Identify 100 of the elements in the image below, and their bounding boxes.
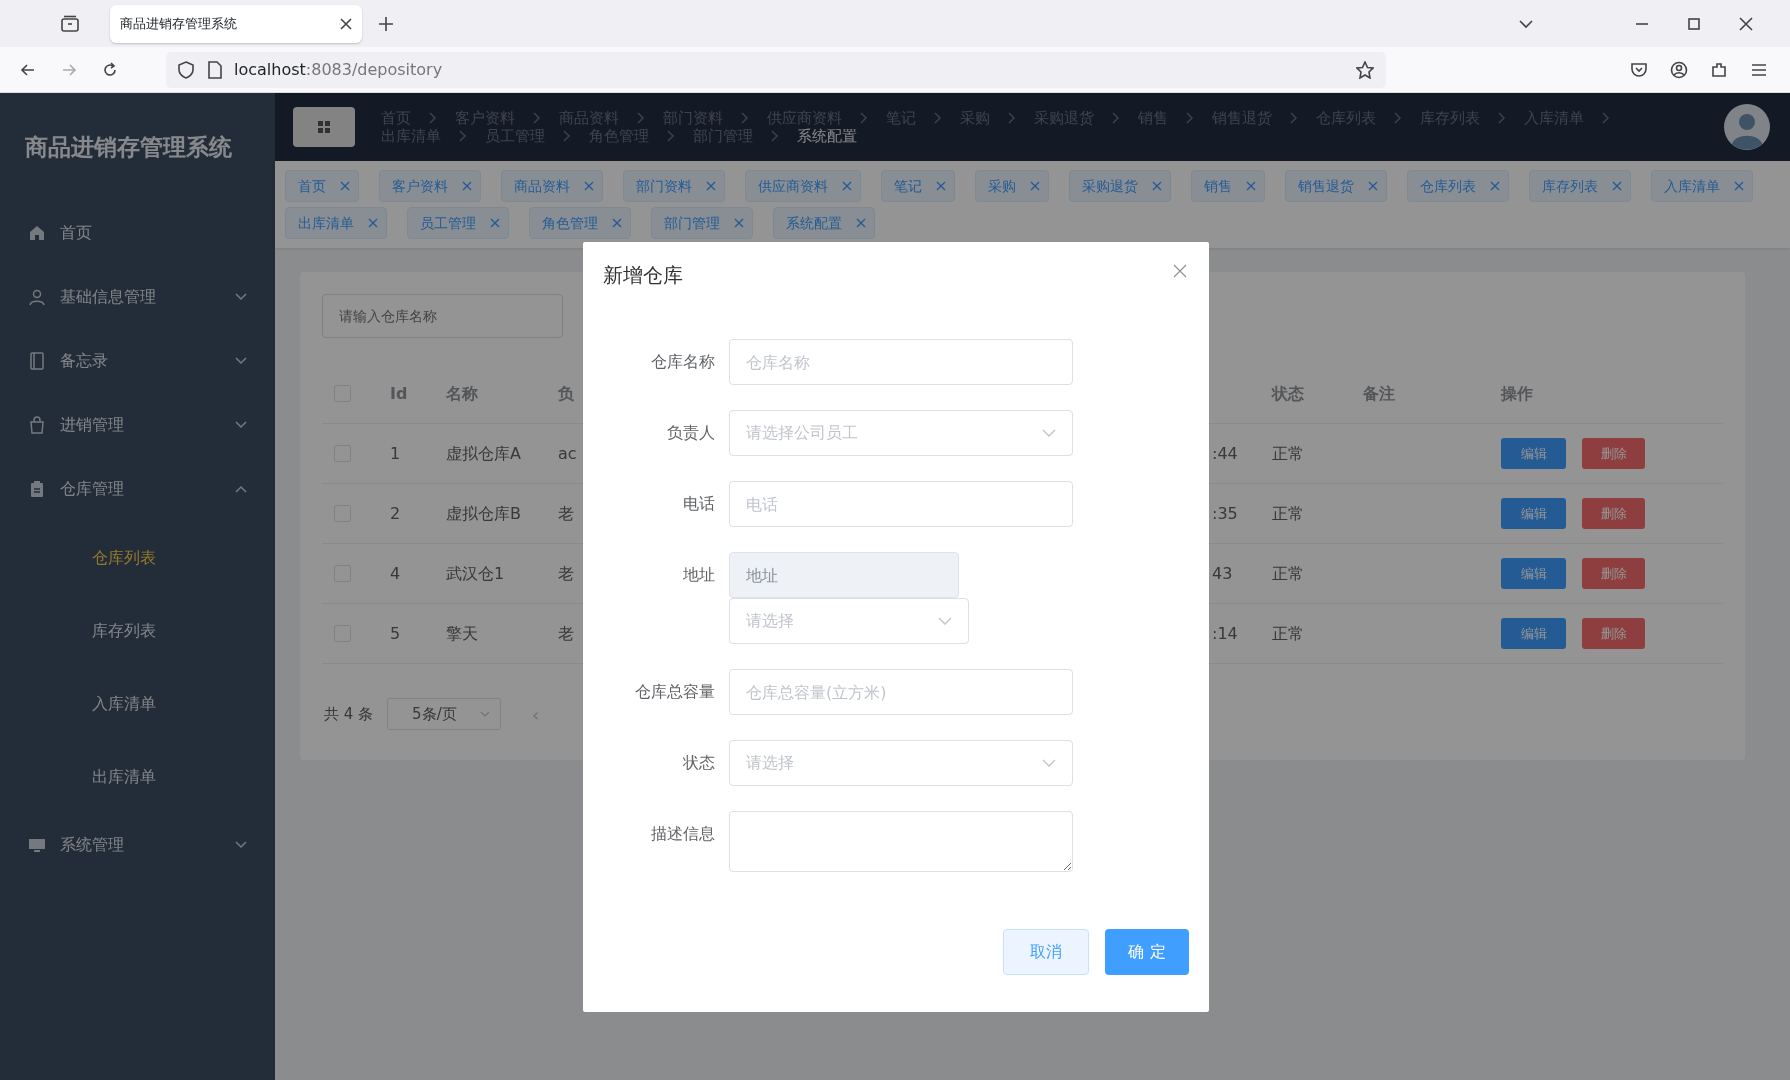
column-header: 操作 (1501, 364, 1723, 424)
table-cell: 武汉仓1 (446, 544, 558, 604)
browser-tab[interactable]: 商品进销存管理系统 (110, 4, 362, 43)
star-icon[interactable] (1356, 60, 1374, 79)
grid-icon (317, 120, 331, 134)
menu-item[interactable]: 备忘录 (0, 329, 275, 393)
tab-tag[interactable]: 部门资料 (623, 170, 725, 202)
tab-title: 商品进销存管理系统 (120, 14, 238, 33)
url-text: localhost:8083/depository (234, 58, 443, 81)
table-cell: 正常 (1272, 544, 1363, 604)
tab-tag[interactable]: 供应商资料 (745, 170, 861, 202)
chevron-right-icon (1186, 112, 1194, 124)
tab-tag[interactable]: 笔记 (881, 170, 955, 202)
monitor-icon (28, 836, 46, 854)
tab-tag[interactable]: 客户资料 (379, 170, 481, 202)
tab-tag[interactable]: 出库清单 (285, 207, 387, 239)
submenu-item[interactable]: 库存列表 (0, 594, 275, 667)
edit-button[interactable]: 编辑 (1501, 498, 1566, 529)
grid-button[interactable] (293, 107, 355, 147)
tab-tag[interactable]: 角色管理 (529, 207, 631, 239)
tab-tag[interactable]: 销售退货 (1285, 170, 1387, 202)
submenu-item[interactable]: 入库清单 (0, 667, 275, 740)
shield-icon (178, 60, 194, 79)
chevron-right-icon (533, 112, 541, 124)
submenu-item[interactable]: 出库清单 (0, 740, 275, 813)
field-label: 仓库总容量 (634, 681, 716, 703)
tab-tag[interactable]: 库存列表 (1529, 170, 1631, 202)
delete-button[interactable]: 删除 (1582, 618, 1645, 649)
delete-button[interactable]: 删除 (1582, 558, 1645, 589)
chevron-right-icon (637, 112, 645, 124)
field-label: 电话 (682, 493, 716, 515)
select-field[interactable]: 请选择公司员工 (729, 410, 1073, 456)
tab-tag[interactable]: 部门管理 (651, 207, 753, 239)
tab-tag[interactable]: 商品资料 (501, 170, 603, 202)
field-label: 仓库名称 (650, 351, 716, 373)
tab-tag[interactable]: 首页 (285, 170, 359, 202)
close-icon[interactable] (1738, 15, 1754, 32)
close-icon[interactable] (340, 17, 352, 30)
chevron-right-icon (429, 112, 437, 124)
tab-tag[interactable]: 员工管理 (407, 207, 509, 239)
chevron-down-icon (480, 711, 491, 717)
input-field[interactable]: 电话 (729, 481, 1073, 527)
table-cell: 虚拟仓库B (446, 484, 558, 544)
chevron-right-icon (1602, 112, 1610, 124)
tab-tag[interactable]: 销售 (1191, 170, 1265, 202)
breadcrumb-current: 系统配置 (797, 127, 857, 145)
chevron-right-icon (459, 130, 467, 142)
menu-item[interactable]: 基础信息管理 (0, 265, 275, 329)
submenu-item[interactable]: 仓库列表 (0, 521, 275, 594)
table-cell: 正常 (1272, 424, 1363, 484)
chevron-right-icon (1112, 112, 1120, 124)
menu-item[interactable]: 进销管理 (0, 393, 275, 457)
chevron-right-icon (1394, 112, 1402, 124)
select-field[interactable]: 请选择 (729, 740, 1073, 786)
chevron-down-icon (1042, 759, 1056, 767)
edit-button[interactable]: 编辑 (1501, 558, 1566, 589)
prev-page-button[interactable]: ‹ (531, 699, 541, 729)
field-label: 负责人 (666, 422, 716, 444)
input-field[interactable]: 仓库名称 (729, 339, 1073, 385)
page-icon (208, 60, 222, 79)
edit-button[interactable]: 编辑 (1501, 618, 1566, 649)
clipboard-icon (28, 480, 46, 498)
chevron-right-icon (1290, 112, 1298, 124)
table-cell: 4 (390, 544, 446, 604)
tab-tag[interactable]: 采购退货 (1069, 170, 1171, 202)
delete-button[interactable]: 删除 (1582, 438, 1645, 469)
text-area[interactable] (729, 811, 1073, 872)
page-size-select[interactable]: 5条/页 (387, 698, 502, 730)
field-label: 地址 (682, 564, 716, 586)
search-field[interactable]: 请输入仓库名称 (322, 294, 563, 338)
puzzle-icon[interactable] (1710, 60, 1728, 79)
input-field[interactable]: 仓库总容量(立方米) (729, 669, 1073, 715)
column-header: 状态 (1272, 364, 1363, 424)
dialog-title: 新增仓库 (603, 262, 683, 289)
tab-tag[interactable]: 仓库列表 (1407, 170, 1509, 202)
maximize-icon[interactable] (1686, 15, 1702, 32)
pocket-icon[interactable] (1630, 60, 1648, 79)
plus-icon[interactable] (378, 15, 394, 32)
tab-tag[interactable]: 系统配置 (773, 207, 875, 239)
tab-tag[interactable]: 入库清单 (1651, 170, 1753, 202)
close-button[interactable] (1173, 264, 1187, 278)
address-bar[interactable]: localhost:8083/depository (166, 51, 1386, 88)
field-label: 描述信息 (650, 823, 716, 845)
tab-tag[interactable]: 采购 (975, 170, 1049, 202)
chevron-right-icon (934, 112, 942, 124)
menu-item[interactable]: 仓库管理 (0, 457, 275, 521)
table-cell: 1 (390, 424, 446, 484)
tab-list-icon[interactable] (60, 14, 80, 33)
column-header: 备注 (1363, 364, 1501, 424)
chevron-right-icon (667, 130, 675, 142)
table-cell: 正常 (1272, 604, 1363, 664)
account-icon[interactable] (1670, 60, 1688, 79)
menu-item[interactable]: 首页 (0, 201, 275, 265)
cancel-button[interactable]: 取消 (1003, 929, 1089, 975)
menu-item[interactable]: 系统管理 (0, 813, 275, 877)
edit-button[interactable]: 编辑 (1501, 438, 1566, 469)
reload-icon[interactable] (101, 60, 119, 79)
confirm-button[interactable]: 确 定 (1105, 929, 1189, 975)
user-icon (28, 288, 46, 306)
delete-button[interactable]: 删除 (1582, 498, 1645, 529)
